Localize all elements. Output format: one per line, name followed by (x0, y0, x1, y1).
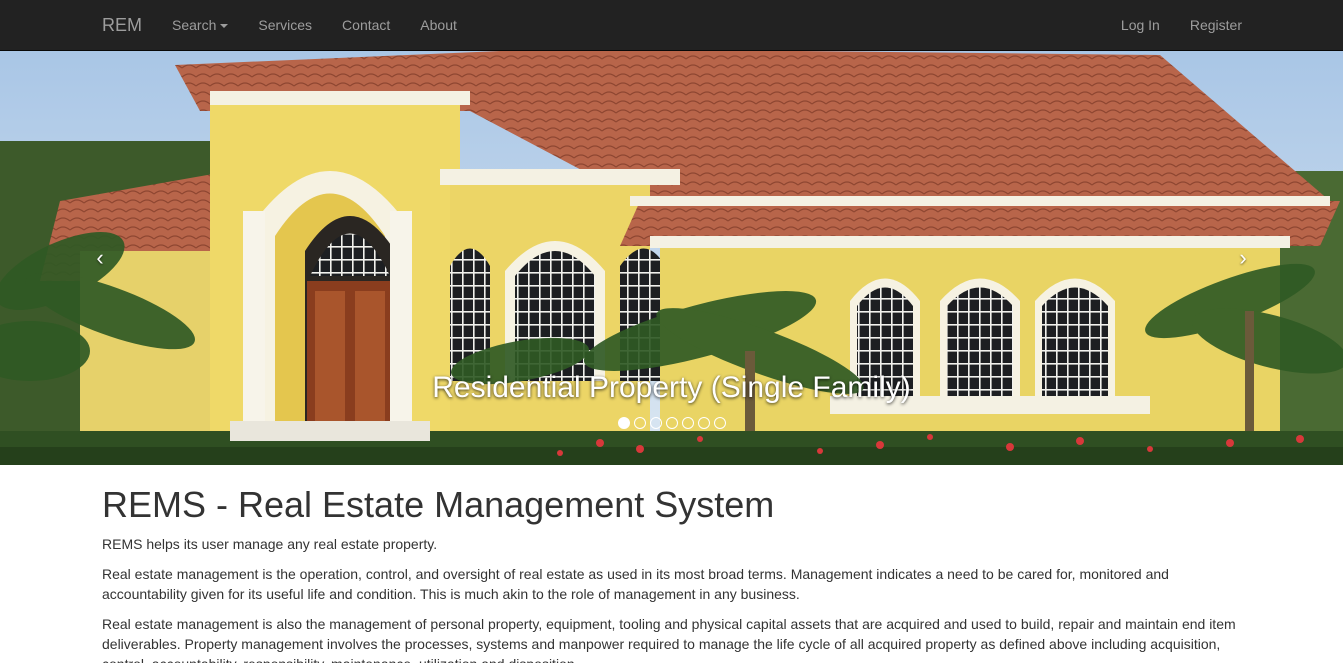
chevron-right-icon: › (1239, 245, 1247, 270)
nav-services-link[interactable]: Services (243, 0, 327, 50)
intro-paragraph: REMS helps its user manage any real esta… (102, 536, 438, 552)
hero-carousel: ‹ › Residential Property (Single Family) (0, 51, 1343, 465)
register-link[interactable]: Register (1175, 0, 1257, 50)
main-content: REMS - Real Estate Management System REM… (102, 465, 1242, 663)
navbar: REM Search Services Contact About Log In… (0, 0, 1343, 51)
nav-search-dropdown[interactable]: Search (157, 0, 243, 50)
carousel-indicator[interactable] (649, 417, 662, 429)
carousel-indicator[interactable] (713, 417, 726, 429)
carousel-indicator[interactable] (681, 417, 694, 429)
login-link[interactable]: Log In (1106, 0, 1175, 50)
carousel-indicator[interactable] (697, 417, 710, 429)
brand-link[interactable]: REM (102, 15, 142, 35)
carousel-caption: Residential Property (Single Family) (432, 371, 911, 404)
nav-contact-link[interactable]: Contact (327, 0, 405, 50)
nav-search-label: Search (172, 17, 217, 33)
description-paragraph: Real estate management is the operation,… (102, 566, 1169, 602)
page-title: REMS - Real Estate Management System (102, 484, 775, 525)
chevron-left-icon: ‹ (96, 245, 104, 270)
carousel-indicator[interactable] (617, 417, 630, 429)
nav-left: Search Services Contact About (157, 0, 472, 50)
carousel-indicators (0, 417, 1343, 429)
nav-about-link[interactable]: About (405, 0, 472, 50)
description-paragraph: Real estate management is also the manag… (102, 616, 1236, 663)
caret-down-icon (220, 24, 229, 29)
navbar-container: REM Search Services Contact About Log In… (87, 0, 1257, 50)
nav-right: Log In Register (1106, 0, 1257, 50)
carousel-indicator[interactable] (665, 417, 678, 429)
carousel-indicator[interactable] (633, 417, 646, 429)
